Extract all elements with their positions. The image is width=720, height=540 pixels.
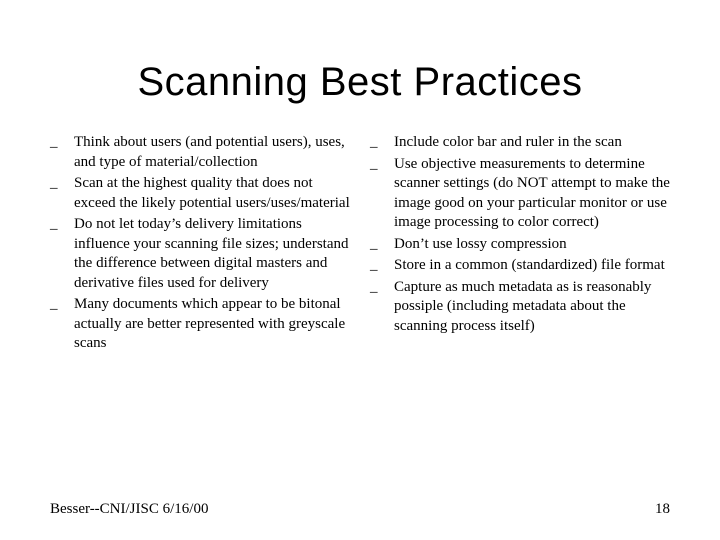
footer-left: Besser--CNI/JISC 6/16/00 bbox=[50, 501, 208, 518]
bullet-marker: _ bbox=[370, 278, 394, 337]
list-item: _ Store in a common (standardized) file … bbox=[370, 256, 670, 276]
list-item-text: Don’t use lossy compression bbox=[394, 235, 670, 255]
right-column: _ Include color bar and ruler in the sca… bbox=[370, 133, 670, 356]
slide: Scanning Best Practices _ Think about us… bbox=[0, 0, 720, 540]
list-item-text: Many documents which appear to be bitona… bbox=[74, 295, 350, 354]
left-column: _ Think about users (and potential users… bbox=[50, 133, 350, 356]
slide-title: Scanning Best Practices bbox=[50, 60, 670, 105]
list-item-text: Think about users (and potential users),… bbox=[74, 133, 350, 172]
list-item-text: Scan at the highest quality that does no… bbox=[74, 174, 350, 213]
list-item: _ Don’t use lossy compression bbox=[370, 235, 670, 255]
slide-number: 18 bbox=[655, 501, 670, 518]
bullet-marker: _ bbox=[370, 133, 394, 153]
bullet-marker: _ bbox=[370, 155, 394, 233]
list-item: _ Do not let today’s delivery limitation… bbox=[50, 215, 350, 293]
bullet-marker: _ bbox=[50, 133, 74, 172]
list-item: _ Use objective measurements to determin… bbox=[370, 155, 670, 233]
bullet-marker: _ bbox=[370, 235, 394, 255]
list-item: _ Include color bar and ruler in the sca… bbox=[370, 133, 670, 153]
list-item-text: Include color bar and ruler in the scan bbox=[394, 133, 670, 153]
content-columns: _ Think about users (and potential users… bbox=[50, 133, 670, 356]
list-item-text: Capture as much metadata as is reasonabl… bbox=[394, 278, 670, 337]
bullet-marker: _ bbox=[370, 256, 394, 276]
list-item-text: Store in a common (standardized) file fo… bbox=[394, 256, 670, 276]
list-item-text: Do not let today’s delivery limitations … bbox=[74, 215, 350, 293]
slide-footer: Besser--CNI/JISC 6/16/00 18 bbox=[50, 501, 670, 518]
list-item: _ Many documents which appear to be bito… bbox=[50, 295, 350, 354]
list-item: _ Scan at the highest quality that does … bbox=[50, 174, 350, 213]
bullet-marker: _ bbox=[50, 174, 74, 213]
bullet-marker: _ bbox=[50, 295, 74, 354]
bullet-marker: _ bbox=[50, 215, 74, 293]
list-item: _ Think about users (and potential users… bbox=[50, 133, 350, 172]
list-item-text: Use objective measurements to determine … bbox=[394, 155, 670, 233]
list-item: _ Capture as much metadata as is reasona… bbox=[370, 278, 670, 337]
